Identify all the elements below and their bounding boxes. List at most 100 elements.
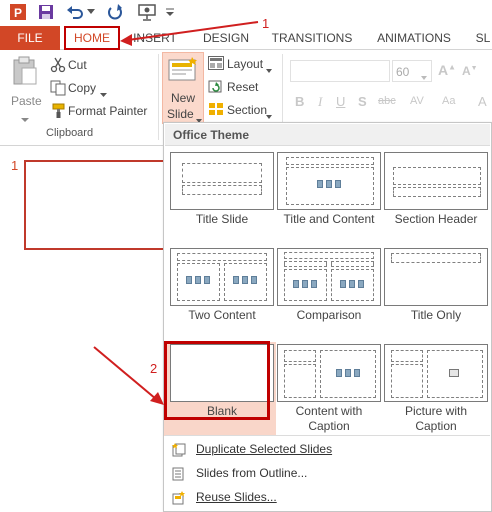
tab-animations[interactable]: ANIMATIONS: [372, 26, 456, 50]
layout-thumbnail: [170, 248, 274, 306]
font-color-icon[interactable]: A: [478, 94, 487, 109]
font-size-field[interactable]: 60: [392, 60, 432, 82]
layout-thumbnail: [170, 152, 274, 210]
content-placeholder-icon: [233, 276, 257, 286]
ribbon-divider: [158, 54, 159, 140]
layout-name-line1: Picture with: [404, 404, 468, 418]
save-icon[interactable]: [36, 2, 56, 22]
new-slide-gallery: Office Theme Title Slide Title and Conte…: [163, 122, 492, 512]
clipboard-group-label: Clipboard: [46, 127, 94, 139]
reset-icon: [208, 79, 224, 98]
undo-icon[interactable]: [64, 2, 86, 22]
section-dropdown-icon: [266, 108, 272, 122]
layout-thumbnail: [277, 248, 381, 306]
annotation-arrow-2: [93, 346, 164, 405]
annotation-step-1: 1: [262, 16, 270, 31]
duplicate-slides-icon: [172, 442, 186, 457]
paste-icon: [12, 56, 38, 89]
menu-slides-from-outline[interactable]: Slides from Outline...: [170, 462, 485, 484]
section-icon: [208, 102, 224, 121]
layout-button[interactable]: Layout: [206, 55, 278, 73]
format-painter-label: Format Painter: [68, 104, 148, 118]
gallery-header: Office Theme: [165, 124, 490, 146]
menu-item-label: Duplicate Selected Slides: [196, 442, 333, 456]
menu-item-label: Slides from Outline...: [196, 466, 308, 480]
cut-button[interactable]: Cut: [48, 56, 138, 74]
decrease-font-size-icon[interactable]: A▼: [462, 64, 478, 78]
tab-file[interactable]: FILE: [0, 26, 60, 50]
menu-duplicate-selected-slides[interactable]: Duplicate Selected Slides: [170, 438, 485, 460]
shadow-icon[interactable]: S: [358, 94, 367, 109]
copy-button[interactable]: Copy: [48, 79, 138, 97]
slides-from-outline-icon: [172, 466, 186, 481]
layout-section-header[interactable]: Section Header: [384, 152, 488, 230]
layout-title-slide[interactable]: Title Slide: [170, 152, 274, 230]
slide-thumbnail[interactable]: [24, 160, 166, 250]
layout-name: Title Slide: [195, 212, 249, 226]
undo-dropdown-icon[interactable]: [86, 2, 96, 22]
layout-thumbnail: [277, 152, 381, 210]
layout-name-line1: Content with: [295, 404, 363, 418]
layout-name: Section Header: [394, 212, 478, 226]
new-slide-label-line2: Slide: [167, 107, 194, 121]
tab-home[interactable]: HOME: [64, 26, 120, 50]
new-slide-icon: [168, 57, 198, 86]
new-slide-label-line1: New: [171, 91, 196, 105]
reset-button[interactable]: Reset: [206, 78, 278, 96]
font-size-dropdown-icon: [421, 69, 427, 83]
underline-icon[interactable]: U: [336, 94, 345, 109]
cut-label: Cut: [68, 58, 87, 72]
content-placeholder-icon: [317, 180, 341, 190]
layout-title-only[interactable]: Title Only: [384, 248, 488, 326]
format-painter-button[interactable]: Format Painter: [48, 102, 152, 120]
slide-number: 1: [11, 158, 19, 173]
annotation-step-2: 2: [150, 361, 158, 376]
layout-picture-with-caption[interactable]: Picture with Caption: [384, 344, 488, 438]
section-button[interactable]: Section: [206, 101, 278, 119]
section-label: Section: [227, 103, 268, 117]
content-placeholder-icon: [340, 280, 364, 290]
reuse-slides-icon: [172, 490, 186, 505]
paste-label: Paste: [11, 94, 42, 108]
tab-transitions[interactable]: TRANSITIONS: [270, 26, 354, 50]
copy-icon: [50, 80, 66, 99]
reset-label: Reset: [227, 80, 259, 94]
content-placeholder-icon: [336, 369, 360, 379]
annotation-arrow-1: [120, 21, 259, 46]
layout-blank-annotation-box: [164, 341, 270, 420]
svg-text:P: P: [14, 6, 22, 20]
layout-two-content[interactable]: Two Content: [170, 248, 274, 326]
paste-dropdown-icon: [21, 112, 29, 126]
new-slide-button[interactable]: New Slide: [162, 52, 204, 124]
layout-title-and-content[interactable]: Title and Content: [277, 152, 381, 230]
bold-icon[interactable]: B: [295, 94, 304, 109]
layout-name: Comparison: [296, 308, 362, 322]
change-case-icon[interactable]: Aa: [442, 95, 455, 107]
layout-comparison[interactable]: Comparison: [277, 248, 381, 326]
layout-name: Title Only: [410, 308, 462, 322]
character-spacing-icon[interactable]: AV: [410, 95, 424, 107]
font-name-field[interactable]: [290, 60, 390, 82]
layout-thumbnail: [384, 344, 488, 402]
layout-thumbnail: [384, 152, 488, 210]
cut-icon: [50, 57, 66, 76]
layout-dropdown-icon: [266, 62, 272, 76]
gallery-divider: [165, 435, 490, 436]
layout-content-with-caption[interactable]: Content with Caption: [277, 344, 381, 438]
layout-name: Two Content: [188, 308, 256, 322]
layout-name-line2: Caption: [415, 419, 457, 433]
paste-button[interactable]: Paste: [6, 54, 44, 122]
strikethrough-icon[interactable]: abc: [378, 95, 396, 107]
content-placeholder-icon: [186, 276, 210, 286]
increase-font-size-icon[interactable]: A▲: [438, 62, 456, 78]
menu-item-label: Reuse Slides...: [196, 490, 277, 504]
italic-icon[interactable]: I: [318, 94, 322, 110]
layout-thumbnail: [277, 344, 381, 402]
copy-dropdown-icon: [100, 86, 107, 100]
menu-reuse-slides[interactable]: Reuse Slides...: [170, 486, 485, 508]
powerpoint-icon: P: [8, 2, 28, 22]
layout-name-line2: Caption: [308, 419, 350, 433]
layout-thumbnail: [384, 248, 488, 306]
picture-placeholder-icon: [449, 369, 459, 377]
tab-slideshow[interactable]: SL: [474, 26, 492, 50]
